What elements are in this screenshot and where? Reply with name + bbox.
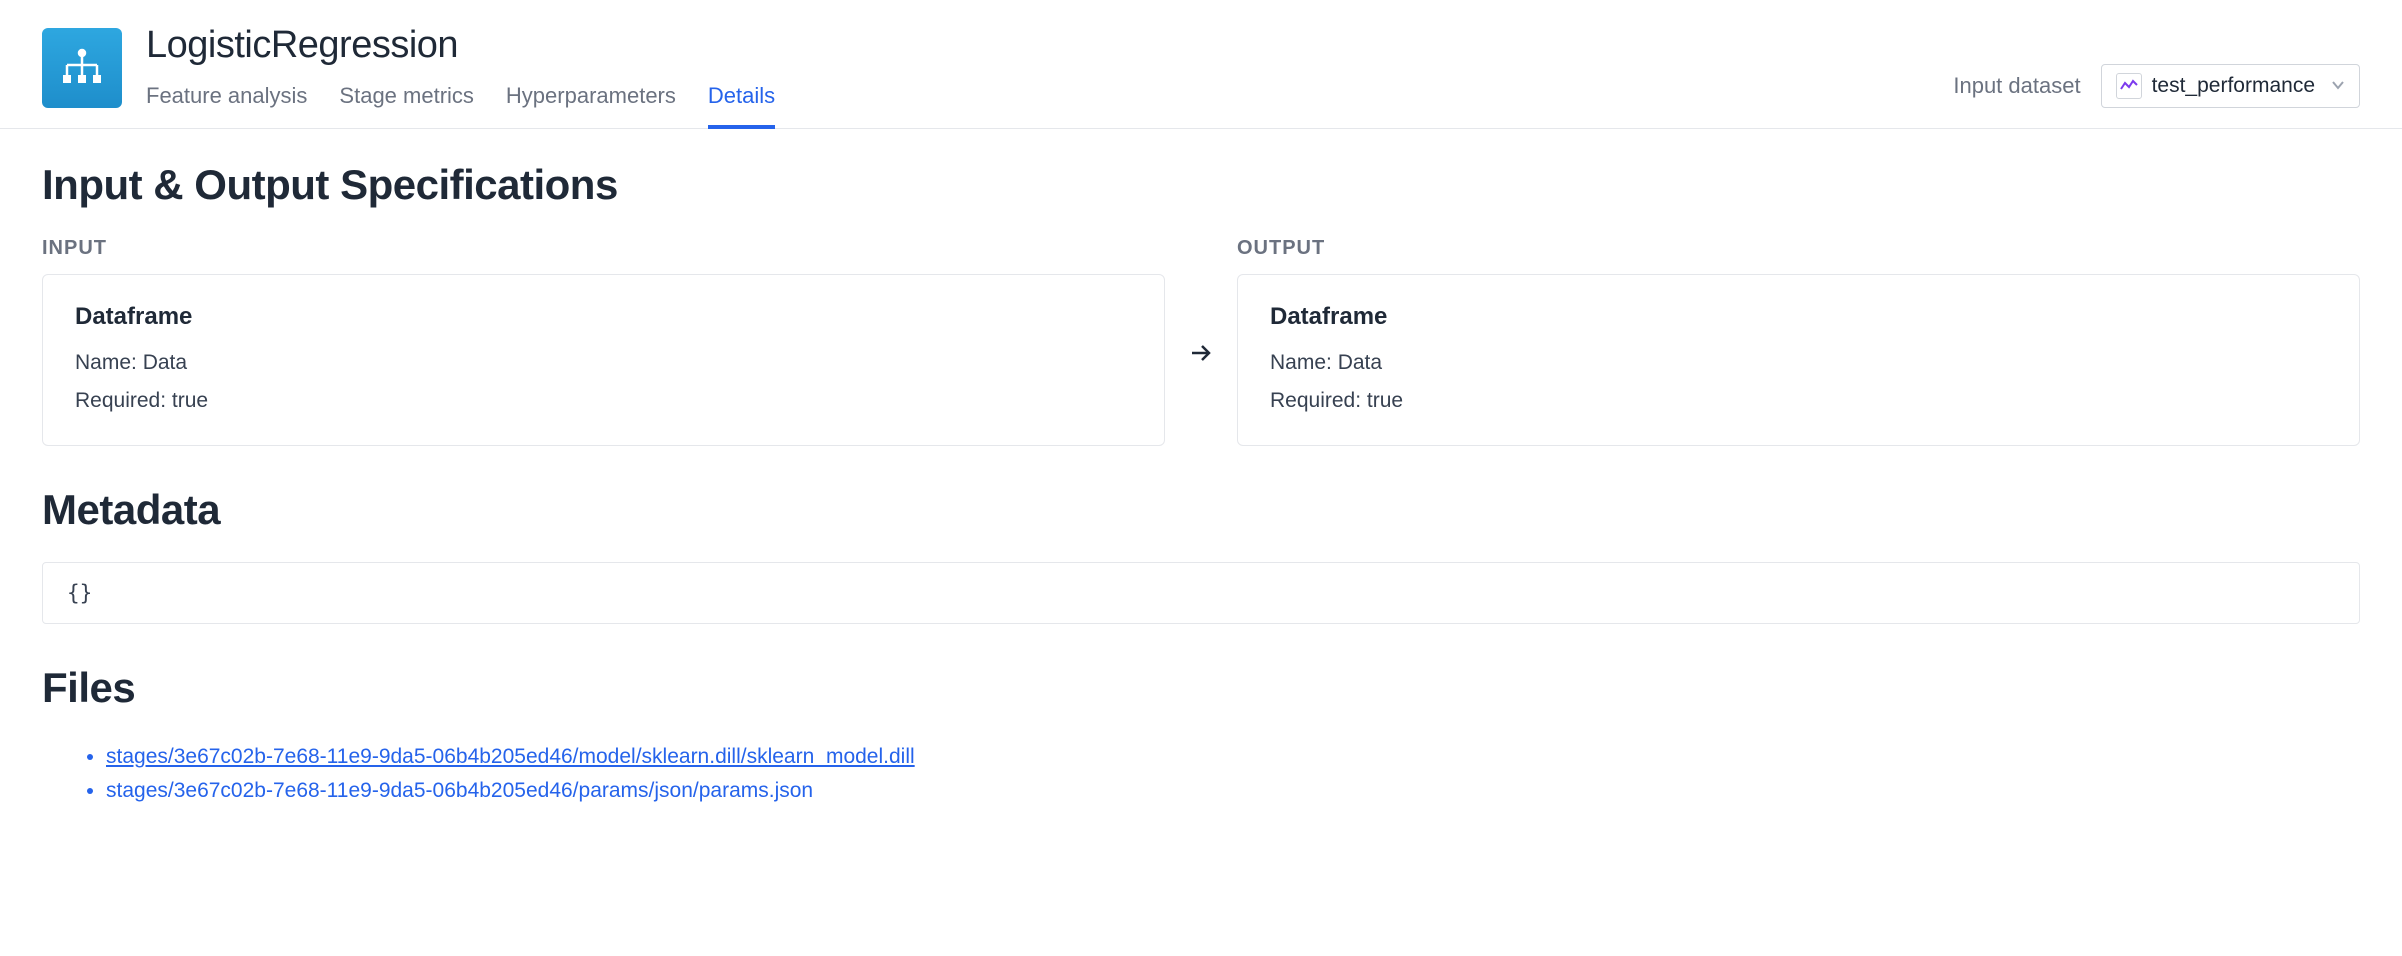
chevron-down-icon [2331,77,2345,95]
output-name-label: Name: [1270,351,1332,374]
content: Input & Output Specifications INPUT Data… [0,129,2402,839]
output-required-label: Required: [1270,389,1361,412]
dataset-selector-value: test_performance [2152,74,2315,98]
file-item: stages/3e67c02b-7e68-11e9-9da5-06b4b205e… [106,740,2360,774]
page-title: LogisticRegression [146,24,775,67]
arrow-right-icon [1189,341,1213,372]
output-column: OUTPUT Dataframe Name: Data Required: tr… [1237,237,2360,446]
input-name-value: Data [143,351,187,374]
chart-icon [2116,73,2142,99]
specs-section-title: Input & Output Specifications [42,161,2360,209]
file-path: stages/3e67c02b-7e68-11e9-9da5-06b4b205e… [106,779,813,802]
tab-feature-analysis[interactable]: Feature analysis [146,83,307,129]
input-card: Dataframe Name: Data Required: true [42,274,1165,446]
output-card: Dataframe Name: Data Required: true [1237,274,2360,446]
output-label: OUTPUT [1237,237,2360,260]
input-label: INPUT [42,237,1165,260]
input-name-field: Name: Data [75,351,1132,375]
header-content: LogisticRegression Feature analysis Stag… [146,28,775,128]
input-dataset-label: Input dataset [1953,73,2080,99]
files-section-title: Files [42,664,2360,712]
output-type: Dataframe [1270,303,2327,331]
output-required-value: true [1367,389,1403,412]
output-name-field: Name: Data [1270,351,2327,375]
input-column: INPUT Dataframe Name: Data Required: tru… [42,237,1165,446]
page-header: LogisticRegression Feature analysis Stag… [0,0,2402,129]
tab-details[interactable]: Details [708,83,775,129]
input-required-label: Required: [75,389,166,412]
metadata-content: {} [42,562,2360,624]
file-link[interactable]: stages/3e67c02b-7e68-11e9-9da5-06b4b205e… [106,745,915,768]
output-required-field: Required: true [1270,389,2327,413]
file-item: stages/3e67c02b-7e68-11e9-9da5-06b4b205e… [106,774,2360,808]
io-container: INPUT Dataframe Name: Data Required: tru… [42,237,2360,446]
metadata-section-title: Metadata [42,486,2360,534]
model-tree-icon [42,28,122,108]
header-left: LogisticRegression Feature analysis Stag… [42,28,775,128]
input-required-field: Required: true [75,389,1132,413]
files-list: stages/3e67c02b-7e68-11e9-9da5-06b4b205e… [42,740,2360,807]
tab-hyperparameters[interactable]: Hyperparameters [506,83,676,129]
output-name-value: Data [1338,351,1382,374]
tab-stage-metrics[interactable]: Stage metrics [339,83,474,129]
input-type: Dataframe [75,303,1132,331]
dataset-selector[interactable]: test_performance [2101,64,2360,108]
tabs: Feature analysis Stage metrics Hyperpara… [146,83,775,128]
input-name-label: Name: [75,351,137,374]
input-required-value: true [172,389,208,412]
header-right: Input dataset test_performance [1953,28,2360,108]
